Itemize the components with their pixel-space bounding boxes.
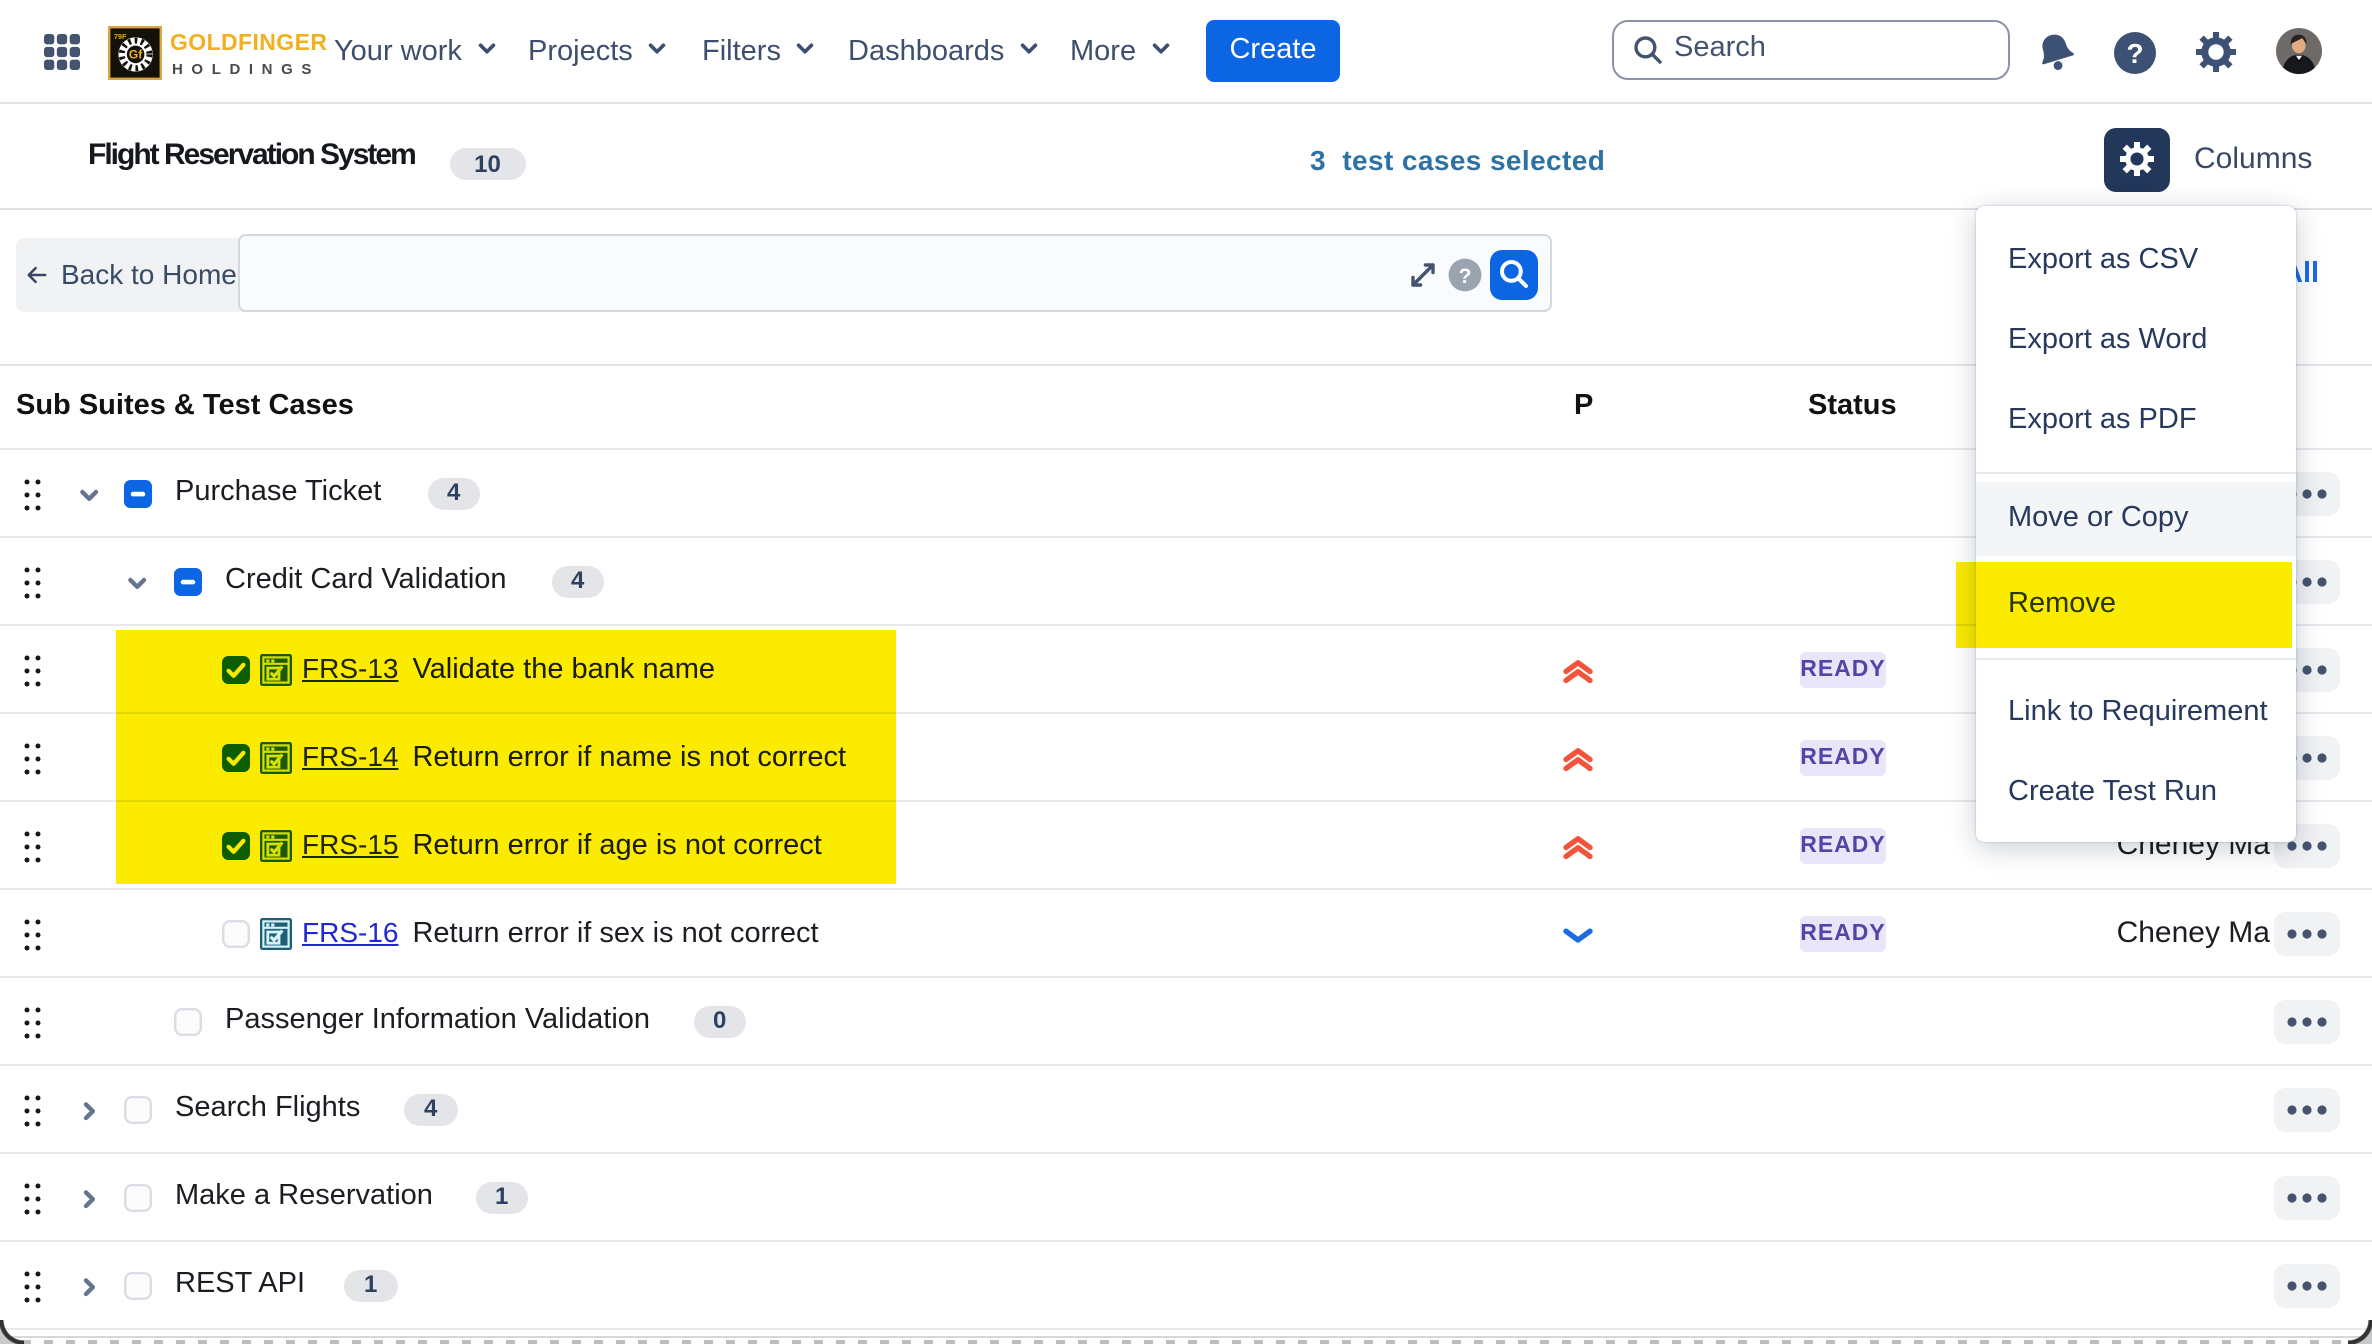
svg-text:?: ? <box>1459 265 1472 288</box>
svg-text:?: ? <box>2126 37 2143 68</box>
svg-text:Gf: Gf <box>129 48 143 62</box>
svg-text:79F: 79F <box>114 32 127 41</box>
